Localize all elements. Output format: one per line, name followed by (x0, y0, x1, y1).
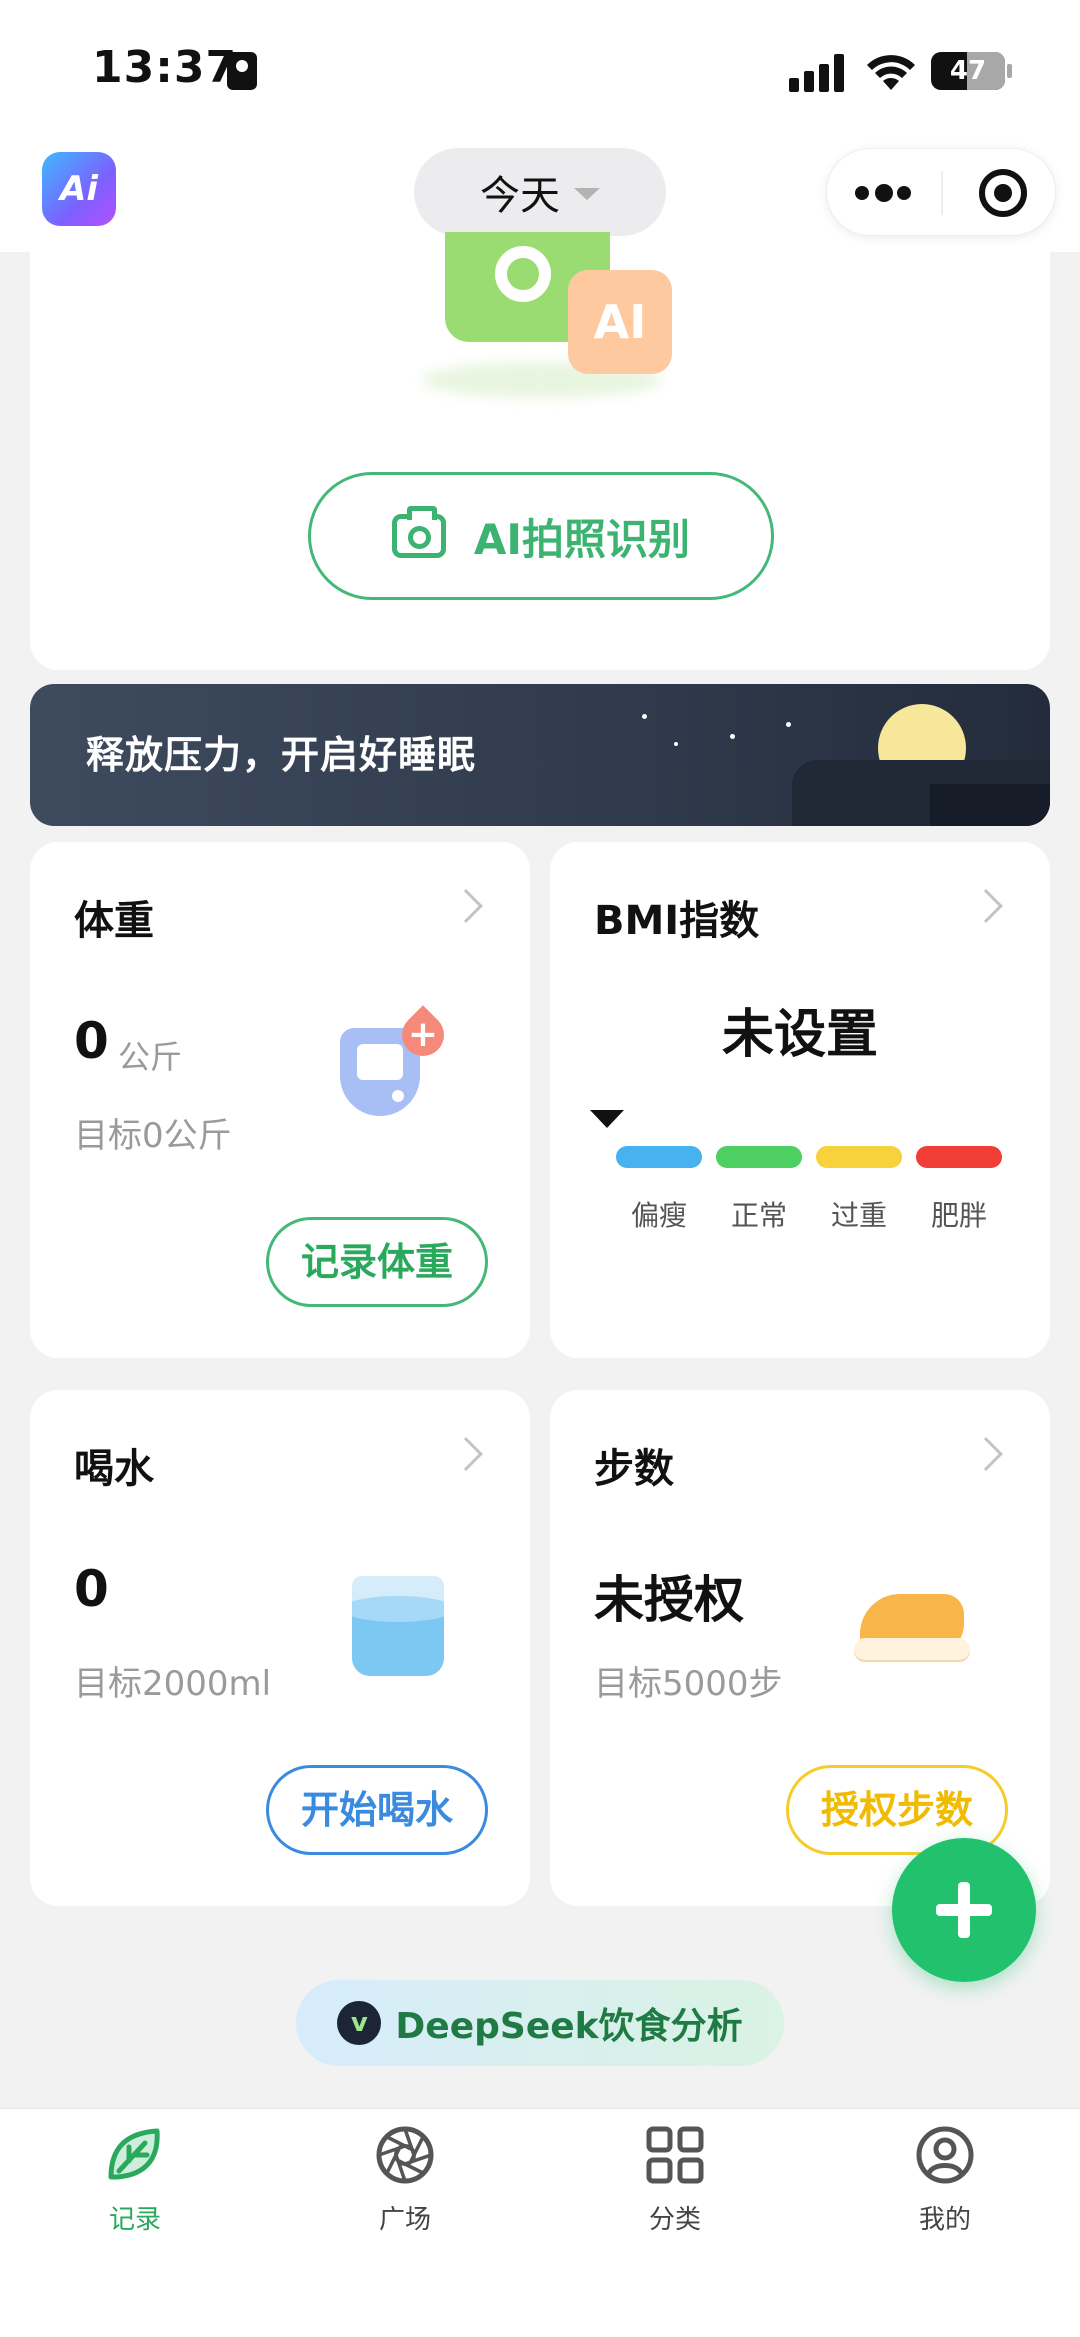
status-time: 13:37 (92, 42, 238, 93)
water-card[interactable]: 喝水 0 目标2000ml 开始喝水 (30, 1390, 530, 1906)
tab-category-label: 分类 (648, 2205, 701, 2235)
date-selector-label: 今天 (480, 173, 560, 219)
bmi-card-title: BMI指数 (594, 898, 760, 944)
bmi-label-obese: 肥胖 (930, 1199, 987, 1232)
bmi-pointer-icon (590, 1110, 624, 1128)
star-decoration (674, 742, 678, 746)
chevron-right-icon (969, 1437, 1003, 1471)
tab-record[interactable]: 记录 (0, 2109, 270, 2337)
tab-plaza[interactable]: 广场 (270, 2109, 540, 2337)
grid-icon (646, 2126, 704, 2184)
app-logo[interactable]: Ai (42, 152, 116, 226)
cellular-signal-icon (789, 54, 845, 92)
weight-card-title: 体重 (74, 898, 154, 944)
star-decoration (786, 722, 791, 727)
ai-photo-button-label: AI拍照识别 (473, 514, 691, 564)
leaf-icon (108, 2128, 160, 2180)
id-card-icon (227, 52, 257, 90)
battery-icon: 47 (931, 52, 1005, 90)
building-decoration (930, 784, 1050, 826)
plus-icon (958, 1882, 970, 1938)
weight-card[interactable]: 体重 0 公斤 目标0公斤 + 记录体重 (30, 842, 530, 1358)
bmi-label-normal: 正常 (730, 1199, 787, 1232)
wifi-icon (867, 55, 915, 90)
bmi-status: 未设置 (721, 1005, 878, 1065)
ai-photo-button[interactable]: AI拍照识别 (308, 472, 774, 600)
bmi-card[interactable]: BMI指数 未设置 偏瘦 正常 过重 肥胖 (550, 842, 1050, 1358)
weight-unit: 公斤 (118, 1038, 183, 1076)
add-drop-icon: + (393, 1005, 453, 1065)
bmi-bar-normal (716, 1146, 802, 1168)
bmi-label-underweight: 偏瘦 (630, 1199, 687, 1232)
weight-value: 0 (74, 1012, 109, 1070)
weight-target: 目标0公斤 (74, 1116, 232, 1156)
deepseek-analysis-button[interactable]: v DeepSeek饮食分析 (296, 1980, 784, 2066)
bmi-label-overweight: 过重 (830, 1199, 887, 1232)
battery-level: 47 (949, 56, 987, 86)
status-bar: 13:37 47 (0, 0, 1080, 140)
more-icon[interactable] (855, 183, 915, 203)
bmi-bar-underweight (616, 1146, 702, 1168)
water-cup-icon (352, 1576, 444, 1676)
date-selector[interactable]: 今天 (414, 148, 666, 236)
steps-status: 未授权 (594, 1571, 744, 1629)
ai-badge-illustration: AI (568, 270, 672, 374)
chevron-right-icon (449, 1437, 483, 1471)
tab-mine[interactable]: 我的 (810, 2109, 1080, 2337)
tab-record-label: 记录 (108, 2205, 161, 2235)
miniprogram-capsule (826, 148, 1056, 236)
star-decoration (642, 714, 647, 719)
steps-target: 目标5000步 (594, 1664, 783, 1704)
camera-icon (391, 506, 446, 558)
sneaker-icon (854, 1586, 974, 1670)
deepseek-analysis-label: DeepSeek饮食分析 (395, 2006, 743, 2047)
user-icon (916, 2126, 974, 2184)
chevron-right-icon (449, 889, 483, 923)
close-target-icon[interactable] (979, 169, 1027, 217)
deepseek-logo-icon: v (337, 2001, 382, 2045)
tab-mine-label: 我的 (918, 2205, 971, 2235)
add-record-button[interactable] (892, 1838, 1036, 1982)
start-drinking-button[interactable]: 开始喝水 (266, 1765, 488, 1855)
ai-photo-card: AI AI拍照识别 (30, 232, 1050, 670)
capsule-divider (941, 171, 943, 215)
tab-category[interactable]: 分类 (540, 2109, 810, 2337)
caret-down-icon (574, 188, 600, 200)
steps-card-title: 步数 (594, 1446, 674, 1492)
bmi-bar-obese (916, 1146, 1002, 1168)
banner-text: 释放压力，开启好睡眠 (86, 733, 477, 777)
record-weight-button[interactable]: 记录体重 (266, 1217, 488, 1307)
chevron-right-icon (969, 889, 1003, 923)
battery-tip (1007, 64, 1012, 78)
bmi-bar-overweight (816, 1146, 902, 1168)
water-card-title: 喝水 (74, 1446, 154, 1492)
water-target: 目标2000ml (74, 1664, 272, 1704)
steps-card[interactable]: 步数 未授权 目标5000步 授权步数 (550, 1390, 1050, 1906)
water-value: 0 (74, 1560, 109, 1618)
aperture-icon (376, 2126, 434, 2184)
bottom-tab-bar: 记录 广场 分类 我的 (0, 2108, 1080, 2337)
tab-plaza-label: 广场 (378, 2205, 431, 2235)
sleep-banner[interactable]: 释放压力，开启好睡眠 (30, 684, 1050, 826)
star-decoration (730, 734, 735, 739)
